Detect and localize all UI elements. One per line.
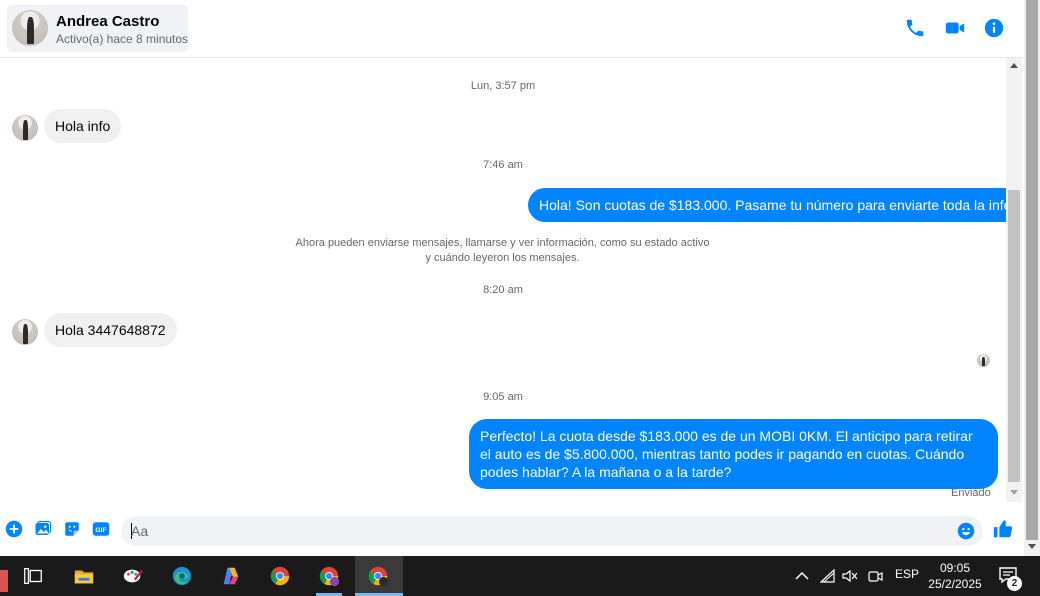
notice-line: y cuándo leyeron los mensajes. — [425, 252, 580, 264]
windows-taskbar: ESP 09:05 25/2/2025 2 — [0, 556, 1040, 596]
chrome-profile-button[interactable] — [306, 556, 352, 596]
page-scroll-down-arrow[interactable] — [1028, 544, 1036, 549]
outgoing-message[interactable]: Hola! Son cuotas de $183.000. Pasame tu … — [528, 188, 1023, 222]
clock-time: 09:05 — [939, 561, 971, 575]
chat-header: Andrea Castro Activo(a) hace 8 minutos — [0, 0, 1024, 58]
message-input[interactable] — [131, 516, 951, 546]
timestamp: 8:20 am — [483, 284, 523, 296]
contact-card[interactable]: Andrea Castro Activo(a) hace 8 minutos — [7, 5, 188, 52]
chrome-profile-icon — [319, 566, 340, 587]
edge-icon — [172, 566, 192, 586]
chrome-active-button[interactable] — [355, 556, 403, 596]
copilot-button[interactable] — [208, 556, 254, 596]
outgoing-message[interactable]: Perfecto! La cuota desde $183.000 es de … — [469, 419, 998, 489]
chat-scrollbar[interactable] — [1006, 58, 1022, 502]
contact-status: Activo(a) hace 8 minutos — [56, 32, 189, 46]
copilot-icon — [223, 567, 239, 585]
plus-icon[interactable] — [5, 520, 23, 538]
task-view-icon — [24, 568, 42, 584]
paint-button[interactable] — [110, 556, 156, 596]
message-composer: GIF — [0, 503, 1024, 556]
sticker-icon[interactable] — [63, 520, 81, 538]
task-view-button[interactable] — [10, 556, 56, 596]
chrome-button[interactable] — [257, 556, 303, 596]
scroll-up-arrow[interactable] — [1010, 63, 1018, 68]
phone-icon[interactable] — [904, 17, 926, 39]
chrome-icon — [270, 566, 290, 586]
svg-text:GIF: GIF — [95, 527, 106, 534]
notice-line: Ahora pueden enviarse mensajes, llamarse… — [295, 237, 710, 249]
language-indicator[interactable]: ESP — [895, 567, 919, 581]
taskbar-edge-widget — [0, 570, 8, 592]
timestamp: Lun, 3:57 pm — [470, 80, 536, 92]
contact-avatar — [12, 10, 48, 46]
timestamp: 7:46 am — [483, 159, 523, 171]
seen-avatar — [977, 354, 990, 367]
photo-icon[interactable] — [34, 520, 52, 538]
gif-icon[interactable]: GIF — [92, 520, 110, 538]
page-scrollbar[interactable] — [1024, 0, 1040, 556]
video-call-icon[interactable] — [944, 17, 966, 39]
meet-now-icon[interactable] — [867, 569, 883, 583]
timestamp: 9:05 am — [483, 391, 523, 403]
scroll-down-arrow[interactable] — [1010, 490, 1018, 495]
clock-date: 25/2/2025 — [928, 577, 982, 591]
contact-avatar — [12, 319, 38, 345]
message-input-wrapper[interactable] — [121, 516, 983, 546]
file-explorer-icon — [74, 570, 94, 584]
chrome-active-icon — [368, 566, 389, 587]
info-icon[interactable] — [983, 17, 1005, 39]
incoming-message[interactable]: Hola 3447648872 — [44, 313, 177, 347]
speaker-muted-icon[interactable] — [842, 569, 858, 583]
like-icon[interactable] — [992, 518, 1014, 540]
message-list: Lun, 3:57 pm Hola info 7:46 am Hola! Son… — [0, 58, 1023, 502]
system-clock[interactable]: 09:05 25/2/2025 — [920, 560, 990, 592]
wifi-icon[interactable] — [820, 569, 836, 583]
contact-name: Andrea Castro — [56, 13, 160, 30]
file-explorer-button[interactable] — [61, 556, 107, 596]
contact-avatar — [12, 115, 38, 141]
privacy-notice: Ahora pueden enviarse mensajes, llamarse… — [280, 236, 725, 266]
incoming-message[interactable]: Hola info — [44, 109, 122, 143]
paint-icon — [123, 569, 144, 583]
edge-button[interactable] — [159, 556, 205, 596]
messenger-window: Andrea Castro Activo(a) hace 8 minutos L… — [0, 0, 1040, 596]
sent-status: Enviado — [951, 487, 991, 499]
emoji-icon[interactable] — [957, 522, 975, 540]
notification-badge: 2 — [1007, 576, 1022, 591]
chat-scrollbar-thumb[interactable] — [1008, 190, 1020, 482]
page-scrollbar-thumb[interactable] — [1026, 0, 1038, 540]
chevron-up-icon[interactable] — [795, 570, 809, 582]
